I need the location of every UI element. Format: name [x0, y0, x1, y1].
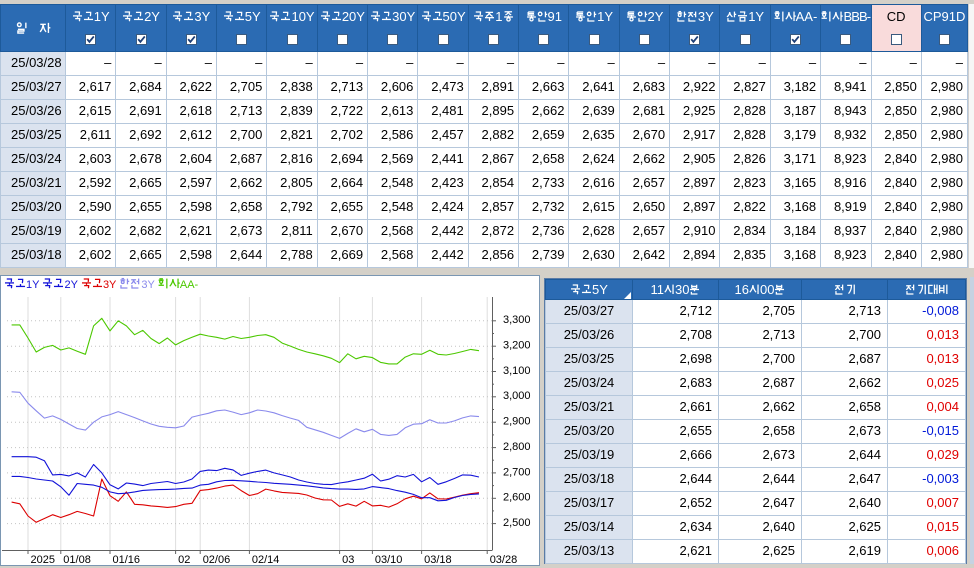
svg-text:03/18: 03/18	[424, 554, 452, 566]
svg-text:2,500: 2,500	[503, 517, 531, 529]
svg-text:3,000: 3,000	[503, 390, 531, 402]
svg-text:02/14: 02/14	[252, 554, 280, 566]
svg-text:3,200: 3,200	[503, 340, 531, 352]
svg-text:2,600: 2,600	[503, 492, 531, 504]
svg-text:03/10: 03/10	[375, 554, 403, 566]
svg-text:03: 03	[342, 554, 354, 566]
svg-text:03/28: 03/28	[490, 554, 518, 566]
svg-text:2,800: 2,800	[503, 441, 531, 453]
svg-text:02/06: 02/06	[203, 554, 231, 566]
svg-text:2,700: 2,700	[503, 466, 531, 478]
svg-text:3,100: 3,100	[503, 365, 531, 377]
svg-text:02: 02	[178, 554, 190, 566]
svg-text:3,300: 3,300	[503, 314, 531, 326]
svg-text:01/16: 01/16	[113, 554, 141, 566]
svg-text:2025: 2025	[31, 554, 55, 566]
svg-text:01/08: 01/08	[63, 554, 91, 566]
svg-text:2,900: 2,900	[503, 416, 531, 428]
